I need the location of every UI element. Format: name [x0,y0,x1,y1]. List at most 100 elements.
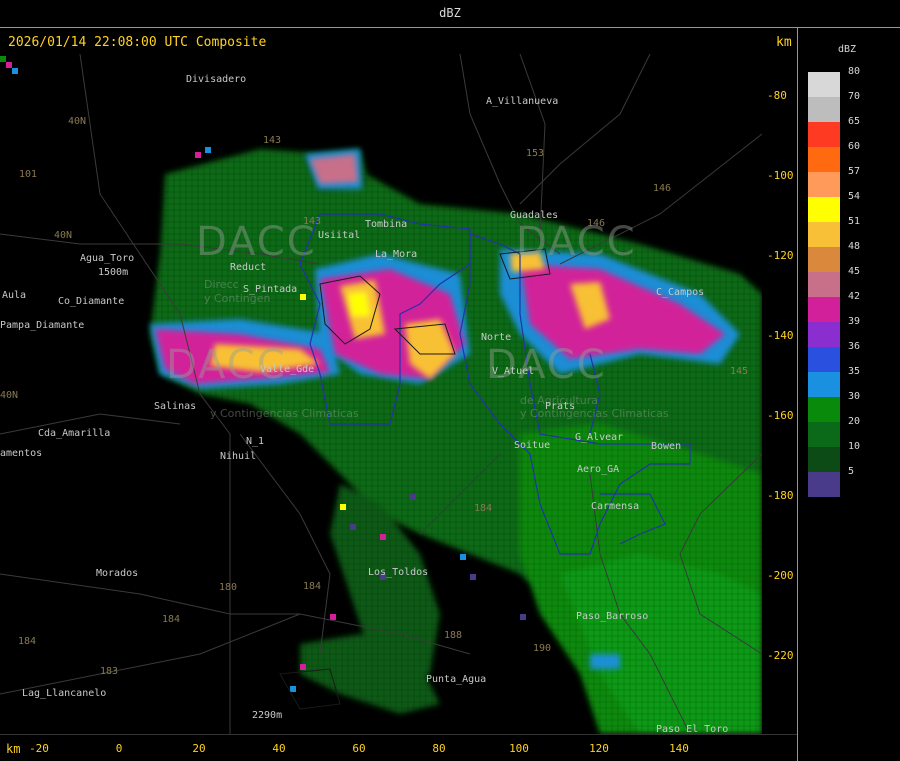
place-label: 1500m [98,267,129,278]
x-tick-label: -20 [29,742,49,755]
legend-swatch [808,472,840,497]
legend-label: 70 [848,91,861,102]
place-label: V_Atuel [492,366,535,377]
legend-swatch [808,172,840,197]
y-tick-label: -80 [767,89,787,102]
road-number-label: 146 [653,183,672,194]
legend-item: 45 [808,266,878,297]
y-tick-label: -220 [767,649,794,662]
y-tick-label: -180 [767,489,794,502]
legend-label: 39 [848,316,861,327]
watermark-dacc: DACC [196,219,317,265]
place-label: Punta_Agua [426,674,487,685]
road-number-label: 180 [219,582,238,593]
legend-label: 60 [848,141,861,152]
place-label: 2290m [252,710,283,721]
road-number-label: 40N [0,390,19,401]
radar-map[interactable]: DACC DACC DACC DACC Direcc y Contingen d… [0,54,762,734]
road-number-label: 40N [54,230,73,241]
place-label: amentos [0,448,43,459]
timestamp-subtitle: 2026/01/14 22:08:00 UTC Composite [8,35,267,50]
legend-label: 57 [848,166,861,177]
watermark-subtitle: y Contingencias Climaticas [210,407,359,420]
legend-item: 48 [808,241,878,272]
place-label: Cda_Amarilla [38,428,111,439]
legend-label: 45 [848,266,861,277]
place-label: Aula [2,290,27,301]
place-label: Valle_Gde [260,364,315,375]
legend-item: 42 [808,291,878,322]
place-label: G_Alvear [575,432,624,443]
watermark-subtitle: Direcc [204,278,239,291]
road-number-label: 40N [68,116,87,127]
x-tick-label: 0 [115,742,123,755]
legend-swatch [808,97,840,122]
road-number-label: 190 [533,643,552,654]
legend-label: 30 [848,391,861,402]
place-label: S_Pintada [243,284,298,295]
legend-item: 10 [808,441,878,472]
place-label: Guadales [510,210,559,221]
legend-item: 70 [808,91,878,122]
legend-label: 36 [848,341,861,352]
road-number-label: 184 [474,503,493,514]
legend-label: 54 [848,191,861,202]
place-label: Prats [545,401,576,412]
x-tick-label: 120 [589,742,609,755]
place-label: Bowen [651,441,682,452]
legend-label: 20 [848,416,861,427]
legend-item: 5 [808,466,878,497]
road-number-label: 143 [263,135,282,146]
legend-label: 51 [848,216,861,227]
dbz-legend: 80 70 65 60 57 54 51 48 45 42 39 36 35 30 20 10 5 [808,66,878,497]
legend-label: 65 [848,116,861,127]
legend-item: 60 [808,141,878,172]
place-label: Los_Toldos [368,567,429,578]
frame-map-right-rule [797,27,798,761]
place-label: Nihuil [220,451,257,462]
place-label: Co_Diamante [58,296,125,307]
legend-item: 65 [808,116,878,147]
x-tick-label: 100 [509,742,529,755]
y-tick-label: -100 [767,169,794,182]
watermark-subtitle: y Contingencias Climaticas [520,407,669,420]
x-tick-label: 80 [432,742,446,755]
watermark-dacc: DACC [516,219,637,265]
legend-swatch [808,72,840,97]
place-label: Norte [481,332,512,343]
road-number-label: 188 [444,630,463,641]
legend-item: 30 [808,391,878,422]
place-label: Salinas [154,401,197,412]
place-label: Morados [96,568,139,579]
legend-title: dBZ [838,44,857,55]
legend-swatch [808,272,840,297]
legend-swatch [808,347,840,372]
place-label: C_Campos [656,287,705,298]
road-number-label: 146 [587,218,606,229]
legend-item: 54 [808,191,878,222]
place-label: Paso_El_Toro [656,724,729,734]
legend-label: 80 [848,66,861,77]
y-tick-label: -140 [767,329,794,342]
legend-swatch [808,122,840,147]
road-number-label: 184 [162,614,181,625]
y-tick-label: -160 [767,409,794,422]
y-tick-label: -200 [767,569,794,582]
road-number-label: 184 [18,636,37,647]
pixel-grid-texture [0,54,762,734]
road-number-label: 153 [526,148,545,159]
x-tick-label: 20 [192,742,206,755]
place-label: Lag_Llancanelo [22,688,107,699]
x-tick-label: 140 [669,742,689,755]
x-tick-label: 40 [272,742,286,755]
legend-label: 35 [848,366,861,377]
legend-item: 39 [808,316,878,347]
legend-swatch [808,222,840,247]
legend-swatch [808,322,840,347]
y-tick-label: -120 [767,249,794,262]
legend-item: 57 [808,166,878,197]
legend-swatch [808,147,840,172]
place-label: Soitue [514,440,551,451]
place-label: Agua_Toro [80,253,135,264]
legend-label: 10 [848,441,861,452]
